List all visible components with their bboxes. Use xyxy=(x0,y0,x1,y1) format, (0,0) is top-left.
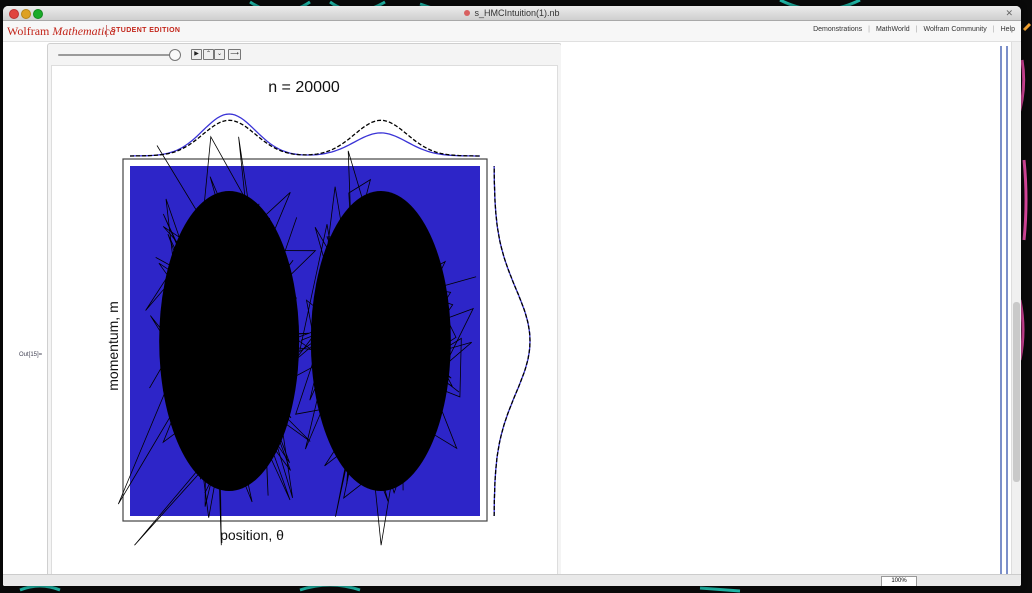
link-wolfram-community[interactable]: Wolfram Community xyxy=(923,26,986,33)
faster-button[interactable]: ⌃ xyxy=(203,49,214,60)
toolbar-toggle-icon[interactable]: ✕ xyxy=(1005,6,1013,20)
hmc-plot: n = 20000 position, θ momentum, m xyxy=(105,79,531,546)
direction-button[interactable]: ⟶ xyxy=(228,49,241,60)
plot-title: n = 20000 xyxy=(268,79,340,96)
close-window-icon[interactable] xyxy=(9,9,19,19)
manipulate-panel: ▶ ⌃ ⌄ ⟶ n = 20000 position, θ momentum, … xyxy=(47,43,562,585)
momentum-marginal-true xyxy=(493,165,531,517)
minimize-window-icon[interactable] xyxy=(21,9,31,19)
slower-button[interactable]: ⌄ xyxy=(214,49,225,60)
link-help[interactable]: Help xyxy=(1001,26,1015,33)
notebook-blank-area[interactable] xyxy=(561,42,999,586)
out-label: Out[15]= xyxy=(19,352,43,358)
wolfram-logo: Wolfram Mathematica xyxy=(7,24,116,38)
link-demonstrations[interactable]: Demonstrations xyxy=(813,26,862,33)
slider-thumb[interactable] xyxy=(169,49,182,61)
zoom-selector[interactable]: 100% xyxy=(881,576,917,586)
edition-label: STUDENT EDITION xyxy=(111,27,181,34)
scroll-thumb[interactable] xyxy=(1013,302,1020,482)
brand-bar: Wolfram Mathematica STUDENT EDITION Demo… xyxy=(3,21,1021,42)
notebook-window: s_HMCIntuition(1).nb ✕ Wolfram Mathemati… xyxy=(3,6,1021,586)
position-marginal-estimate xyxy=(129,113,480,157)
group-bracket[interactable] xyxy=(1006,46,1008,580)
x-axis-label: position, θ xyxy=(220,527,284,543)
y-axis-label: momentum, m xyxy=(105,301,121,390)
status-bar: 100% xyxy=(3,574,1021,586)
brand-divider xyxy=(106,25,107,37)
window-title: s_HMCIntuition(1).nb xyxy=(474,8,560,18)
vertical-scrollbar[interactable] xyxy=(1011,42,1021,574)
slider-track[interactable] xyxy=(58,54,178,56)
momentum-marginal-estimate xyxy=(493,165,531,517)
cell-gutter: Out[15]= xyxy=(3,42,47,586)
title-bar: s_HMCIntuition(1).nb ✕ xyxy=(3,6,1021,21)
plot-area: n = 20000 position, θ momentum, m xyxy=(51,65,558,581)
link-mathworld[interactable]: MathWorld xyxy=(876,26,910,33)
zoom-window-icon[interactable] xyxy=(33,9,43,19)
header-links: Demonstrations | MathWorld | Wolfram Com… xyxy=(813,26,1015,33)
cell-bracket[interactable] xyxy=(1000,46,1002,580)
document-icon xyxy=(464,10,471,16)
play-button[interactable]: ▶ xyxy=(191,49,202,60)
